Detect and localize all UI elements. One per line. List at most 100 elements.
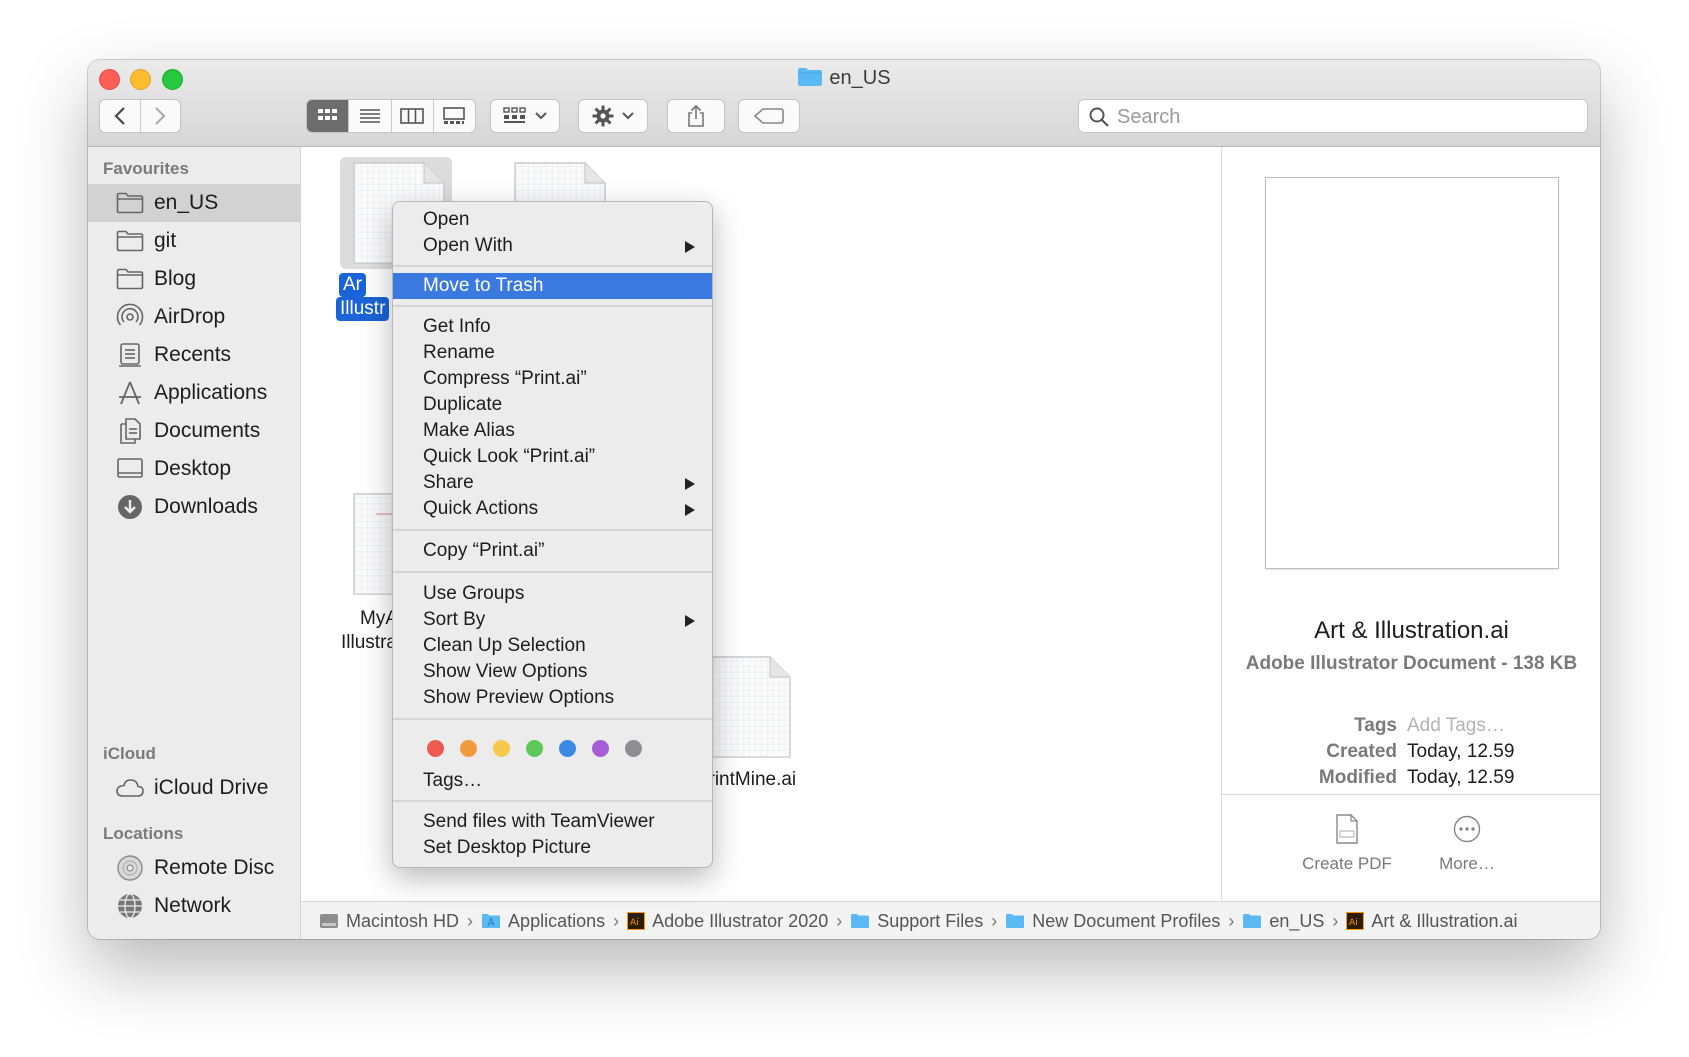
- folder-icon: [115, 226, 145, 256]
- menu-item-make-alias[interactable]: Make Alias: [393, 418, 712, 444]
- edit-tags-button[interactable]: [738, 99, 800, 133]
- file-name-selected[interactable]: Ar: [339, 273, 366, 297]
- path-crumb-macintosh-hd[interactable]: Macintosh HD ›: [319, 911, 481, 932]
- sidebar-item-git[interactable]: git: [88, 222, 300, 260]
- menu-item-rename[interactable]: Rename: [393, 340, 712, 366]
- sidebar-item-icloud-drive[interactable]: iCloud Drive: [88, 769, 300, 807]
- path-crumb-label: Support Files: [877, 910, 984, 931]
- menu-separator: [393, 571, 712, 573]
- window-title-text: en_US: [829, 67, 891, 89]
- preview-pane: Art & Illustration.ai Adobe Illustrator …: [1221, 147, 1600, 901]
- share-button[interactable]: [667, 99, 725, 133]
- sidebar-item-remote-disc[interactable]: Remote Disc: [88, 849, 300, 887]
- menu-item-show-preview-options[interactable]: Show Preview Options: [393, 685, 712, 711]
- more-label: More…: [1439, 854, 1495, 873]
- finder-window: en_US Search Favourites en_US git Blog A…: [88, 60, 1600, 939]
- back-button[interactable]: [100, 100, 141, 132]
- menu-item-open-with[interactable]: Open With: [393, 233, 712, 259]
- sidebar-item-en-us[interactable]: en_US: [88, 184, 300, 222]
- menu-separator: [393, 529, 712, 531]
- illustrator-icon: Ai: [1346, 912, 1365, 930]
- column-view-button[interactable]: [392, 100, 434, 132]
- preview-divider: [1222, 794, 1600, 795]
- menu-item-quick-look[interactable]: Quick Look “Print.ai”: [393, 444, 712, 470]
- path-crumb-support-files[interactable]: Support Files ›: [850, 911, 1005, 932]
- columns-icon: [400, 108, 424, 124]
- chevron-right-icon: [155, 107, 166, 125]
- icon-view-button[interactable]: [307, 100, 350, 132]
- file-name-selected-line2[interactable]: Illustr: [336, 297, 390, 321]
- sidebar-item-network[interactable]: Network: [88, 887, 300, 925]
- svg-text:Ai: Ai: [630, 918, 639, 928]
- search-field[interactable]: [1078, 99, 1588, 134]
- menu-item-sort-by[interactable]: Sort By: [393, 607, 712, 633]
- path-crumb-new-document-profiles[interactable]: New Document Profiles ›: [1005, 911, 1242, 932]
- hard-drive-icon: [319, 912, 339, 930]
- sidebar-item-downloads[interactable]: Downloads: [88, 488, 300, 526]
- menu-item-send-teamviewer[interactable]: Send files with TeamViewer: [393, 809, 712, 835]
- sidebar-item-documents[interactable]: Documents: [88, 412, 300, 450]
- menu-item-open[interactable]: Open: [393, 207, 712, 233]
- menu-item-get-info[interactable]: Get Info: [393, 314, 712, 340]
- menu-item-show-view-options[interactable]: Show View Options: [393, 659, 712, 685]
- add-tags-field[interactable]: Add Tags…: [1407, 715, 1505, 737]
- sidebar: Favourites en_US git Blog AirDrop Recent…: [88, 147, 301, 939]
- tag-color-dot[interactable]: [526, 740, 543, 757]
- create-pdf-label: Create PDF: [1302, 854, 1392, 873]
- sidebar-item-blog[interactable]: Blog: [88, 260, 300, 298]
- modified-value: Today, 12.59: [1407, 767, 1515, 788]
- sidebar-item-recents[interactable]: Recents: [88, 336, 300, 374]
- search-input[interactable]: [1115, 100, 1579, 134]
- sidebar-item-applications[interactable]: Applications: [88, 374, 300, 412]
- sidebar-item-label: Network: [154, 894, 232, 917]
- folder-icon: [850, 913, 870, 929]
- path-crumb-illustrator[interactable]: Ai Adobe Illustrator 2020 ›: [627, 911, 850, 932]
- sidebar-item-label: Blog: [154, 267, 197, 290]
- menu-item-quick-actions[interactable]: Quick Actions: [393, 496, 712, 522]
- tag-color-dot[interactable]: [460, 740, 477, 757]
- list-icon: [359, 109, 380, 123]
- menu-item-compress[interactable]: Compress “Print.ai”: [393, 366, 712, 392]
- submenu-arrow-icon: [685, 504, 695, 516]
- menu-separator: [393, 265, 712, 267]
- chevron-left-icon: [114, 107, 125, 125]
- path-bar: Macintosh HD › Applications › Ai Adobe Ill…: [301, 901, 1600, 939]
- tag-color-dot[interactable]: [559, 740, 576, 757]
- menu-item-tags[interactable]: Tags…: [393, 768, 712, 794]
- back-forward-control: [99, 99, 181, 133]
- sidebar-header-icloud: iCloud: [103, 744, 156, 763]
- menu-item-duplicate[interactable]: Duplicate: [393, 392, 712, 418]
- path-crumb-en-us[interactable]: en_US ›: [1242, 911, 1346, 932]
- menu-separator: [393, 305, 712, 307]
- menu-item-share[interactable]: Share: [393, 470, 712, 496]
- sidebar-item-airdrop[interactable]: AirDrop: [88, 298, 300, 336]
- list-view-button[interactable]: [349, 100, 392, 132]
- action-menu-button[interactable]: [578, 99, 648, 133]
- menu-item-clean-up-selection[interactable]: Clean Up Selection: [393, 633, 712, 659]
- more-actions-button[interactable]: More…: [1407, 812, 1527, 874]
- group-by-button[interactable]: [490, 99, 560, 133]
- forward-button[interactable]: [141, 100, 181, 132]
- view-mode-control: [306, 99, 476, 133]
- tag-color-dot[interactable]: [592, 740, 609, 757]
- cloud-icon: [115, 773, 145, 803]
- menu-item-set-desktop-picture[interactable]: Set Desktop Picture: [393, 835, 712, 861]
- preview-file-kind: Adobe Illustrator Document - 138 KB: [1245, 653, 1578, 674]
- menu-item-use-groups[interactable]: Use Groups: [393, 581, 712, 607]
- tag-color-dot[interactable]: [625, 740, 642, 757]
- menu-item-copy[interactable]: Copy “Print.ai”: [393, 538, 712, 564]
- sidebar-item-label: Remote Disc: [154, 856, 275, 879]
- tag-color-dot[interactable]: [493, 740, 510, 757]
- chevron-down-icon: [535, 112, 547, 120]
- tag-color-dot[interactable]: [427, 740, 444, 757]
- path-crumb-applications[interactable]: Applications ›: [481, 911, 627, 932]
- sidebar-item-desktop[interactable]: Desktop: [88, 450, 300, 488]
- folder-icon: [1242, 913, 1262, 929]
- gallery-icon: [443, 107, 466, 124]
- sidebar-item-label: iCloud Drive: [154, 776, 269, 799]
- create-pdf-button[interactable]: Create PDF: [1287, 812, 1407, 874]
- path-crumb-art-illustration[interactable]: Ai Art & Illustration.ai: [1346, 911, 1517, 932]
- menu-separator: [393, 800, 712, 802]
- menu-item-move-to-trash[interactable]: Move to Trash: [393, 273, 712, 299]
- gallery-view-button[interactable]: [434, 100, 475, 132]
